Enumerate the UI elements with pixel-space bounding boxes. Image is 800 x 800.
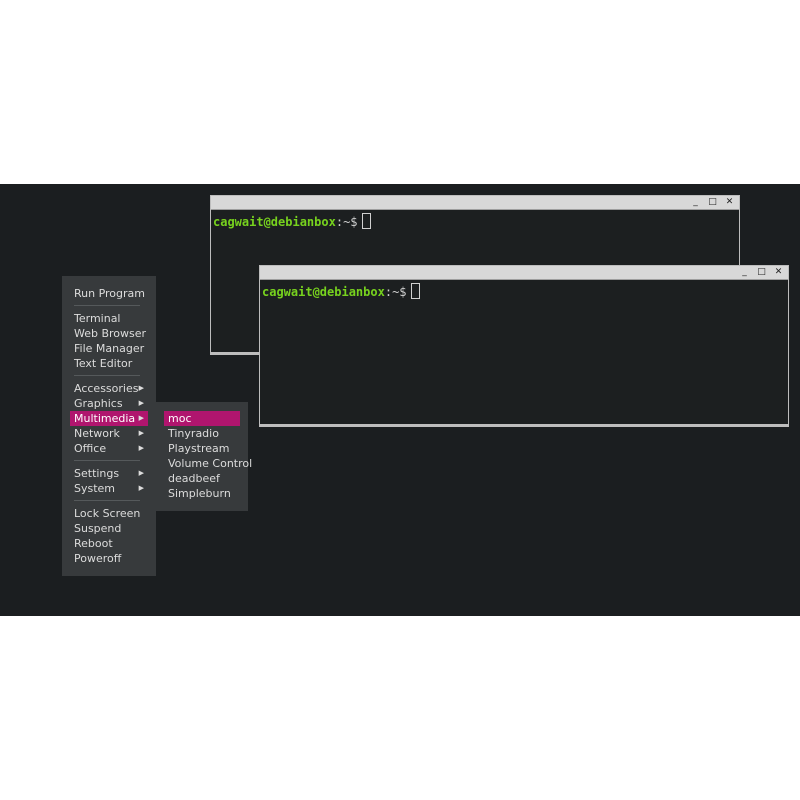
- menu-item-system[interactable]: System ▶: [62, 481, 156, 496]
- terminal-titlebar[interactable]: _ □ ✕: [260, 266, 788, 280]
- menu-item-label: Multimedia: [74, 412, 136, 425]
- menu-item-label: Terminal: [74, 312, 121, 325]
- close-icon[interactable]: ✕: [773, 267, 784, 278]
- submenu-item-deadbeef[interactable]: deadbeef: [156, 471, 248, 486]
- menu-item-label: Accessories: [74, 382, 139, 395]
- menu-separator: [74, 460, 140, 461]
- menu-item-label: deadbeef: [168, 472, 220, 485]
- submenu-item-playstream[interactable]: Playstream: [156, 441, 248, 456]
- menu-item-label: System: [74, 482, 116, 495]
- maximize-icon[interactable]: □: [756, 267, 767, 278]
- menu-item-label: Simpleburn: [168, 487, 231, 500]
- prompt-user-host: cagwait@debianbox: [262, 285, 385, 299]
- menu-item-label: Tinyradio: [168, 427, 219, 440]
- submenu-item-moc[interactable]: moc: [164, 411, 240, 426]
- prompt-user-host: cagwait@debianbox: [213, 215, 336, 229]
- text-cursor: [361, 213, 371, 229]
- menu-item-label: Run Program: [74, 287, 146, 300]
- menu-item-settings[interactable]: Settings ▶: [62, 466, 156, 481]
- maximize-icon[interactable]: □: [707, 197, 718, 208]
- submenu-item-volume-control[interactable]: Volume Control: [156, 456, 252, 471]
- menu-item-label: moc: [168, 412, 192, 425]
- terminal-titlebar[interactable]: _ □ ✕: [211, 196, 739, 210]
- root-menu: Run Program Terminal Web Browser File Manag…: [62, 276, 156, 576]
- menu-item-run-program[interactable]: Run Program: [62, 286, 156, 301]
- menu-item-file-manager[interactable]: File Manager: [62, 341, 156, 356]
- menu-separator: [74, 500, 140, 501]
- desktop: _ □ ✕ cagwait@debianbox:~$ _ □ ✕ cagwait…: [0, 184, 800, 616]
- submenu-arrow-icon: ▶: [138, 429, 144, 437]
- menu-item-label: Network: [74, 427, 120, 440]
- submenu-arrow-icon: ▶: [138, 484, 144, 492]
- menu-item-label: Poweroff: [74, 552, 122, 565]
- minimize-icon[interactable]: _: [739, 267, 750, 278]
- menu-item-label: File Manager: [74, 342, 145, 355]
- menu-item-label: Office: [74, 442, 107, 455]
- multimedia-submenu: moc Tinyradio Playstream Volume Control dead…: [156, 402, 252, 511]
- menu-item-label: Lock Screen: [74, 507, 141, 520]
- menu-item-web-browser[interactable]: Web Browser: [62, 326, 156, 341]
- menu-item-label: Graphics: [74, 397, 123, 410]
- submenu-arrow-icon: ▶: [138, 469, 144, 477]
- menu-item-accessories[interactable]: Accessories ▶: [62, 381, 156, 396]
- submenu-item-tinyradio[interactable]: Tinyradio: [156, 426, 248, 441]
- menu-item-label: Web Browser: [74, 327, 147, 340]
- close-icon[interactable]: ✕: [724, 197, 735, 208]
- menu-item-suspend[interactable]: Suspend: [62, 521, 156, 536]
- menu-separator: [74, 305, 140, 306]
- menu-item-multimedia[interactable]: Multimedia ▶: [70, 411, 148, 426]
- menu-separator: [74, 375, 140, 376]
- prompt-path: ~$: [392, 285, 407, 299]
- terminal-content[interactable]: cagwait@debianbox:~$: [260, 280, 788, 302]
- menu-item-poweroff[interactable]: Poweroff: [62, 551, 156, 566]
- submenu-item-simpleburn[interactable]: Simpleburn: [156, 486, 248, 501]
- submenu-arrow-icon: ▶: [138, 414, 144, 422]
- prompt-colon: :: [384, 285, 393, 299]
- terminal-content[interactable]: cagwait@debianbox:~$: [211, 210, 739, 232]
- menu-item-label: Text Editor: [74, 357, 133, 370]
- submenu-arrow-icon: ▶: [138, 384, 144, 392]
- prompt-path: ~$: [343, 215, 358, 229]
- menu-item-label: Reboot: [74, 537, 113, 550]
- menu-item-office[interactable]: Office ▶: [62, 441, 156, 456]
- menu-item-label: Settings: [74, 467, 120, 480]
- text-cursor: [410, 283, 420, 299]
- window-border: [260, 424, 788, 426]
- minimize-icon[interactable]: _: [690, 197, 701, 208]
- submenu-arrow-icon: ▶: [138, 399, 144, 407]
- prompt-colon: :: [335, 215, 344, 229]
- menu-item-terminal[interactable]: Terminal: [62, 311, 156, 326]
- menu-item-label: Suspend: [74, 522, 122, 535]
- menu-item-text-editor[interactable]: Text Editor: [62, 356, 156, 371]
- menu-item-lock-screen[interactable]: Lock Screen: [62, 506, 156, 521]
- menu-item-reboot[interactable]: Reboot: [62, 536, 156, 551]
- menu-item-network[interactable]: Network ▶: [62, 426, 156, 441]
- menu-item-graphics[interactable]: Graphics ▶: [62, 396, 156, 411]
- menu-item-label: Volume Control: [168, 457, 253, 470]
- terminal-window-2[interactable]: _ □ ✕ cagwait@debianbox:~$: [259, 265, 789, 427]
- menu-item-label: Playstream: [168, 442, 230, 455]
- submenu-arrow-icon: ▶: [138, 444, 144, 452]
